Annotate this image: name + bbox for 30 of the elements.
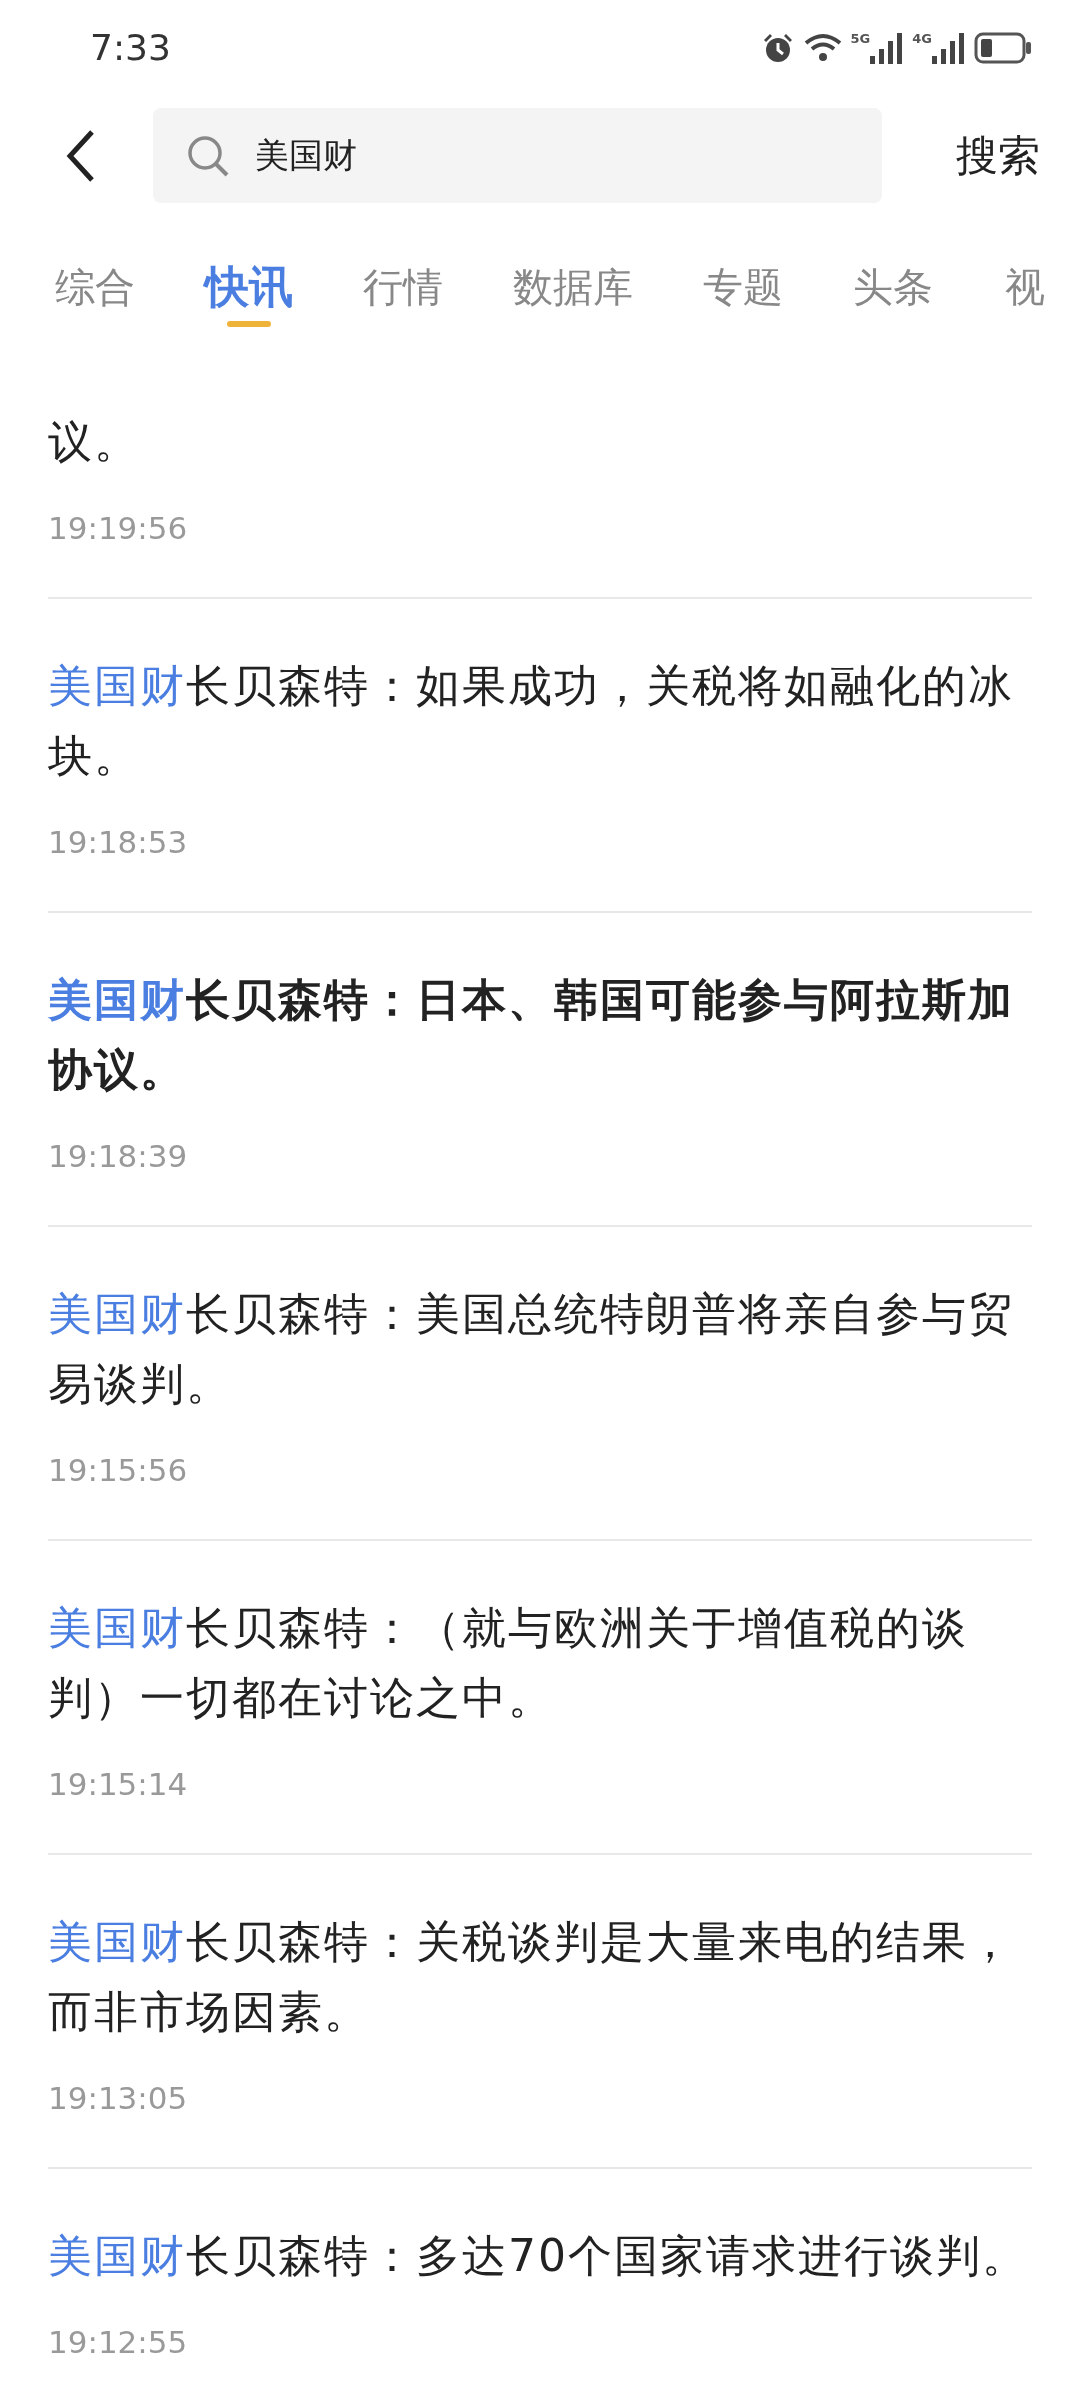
tab[interactable]: 快讯 — [205, 265, 293, 355]
news-headline[interactable]: 美国财长贝森特：如果成功，关税将如融化的冰块。 — [48, 651, 1032, 791]
wifi-icon — [802, 32, 843, 63]
news-time: 19:15:14 — [48, 1765, 189, 1804]
tab[interactable]: 专题 — [703, 265, 783, 355]
news-time: 19:13:05 — [48, 2079, 189, 2118]
search-button[interactable]: 搜索 — [956, 127, 1040, 184]
tab[interactable]: 行情 — [363, 265, 443, 355]
news-headline[interactable]: 美国财长贝森特：日本、韩国可能参与阿拉斯加协议。 — [48, 965, 1032, 1105]
tab[interactable]: 数据库 — [513, 265, 633, 355]
news-headline[interactable]: 美国财长贝森特：多达70个国家请求进行谈判。 — [48, 2221, 1032, 2291]
news-headline[interactable]: 美国财长贝森特：关税谈判是大量来电的结果，而非市场因素。 — [48, 1907, 1032, 2047]
news-headline[interactable]: 议。 — [48, 407, 1032, 477]
news-time: 19:19:56 — [48, 509, 189, 548]
news-headline[interactable]: 美国财长贝森特：美国总统特朗普将亲自参与贸易谈判。 — [48, 1279, 1032, 1419]
news-time: 19:18:39 — [48, 1137, 189, 1176]
clock-time: 7:33 — [90, 27, 172, 68]
search-field[interactable]: 美国财 — [153, 108, 882, 203]
network-label: 5G — [850, 31, 871, 46]
battery-icon — [974, 31, 1032, 64]
tab[interactable]: 视 — [1003, 265, 1047, 355]
network-label: 4G — [912, 31, 932, 46]
news-headline[interactable]: 美国财长贝森特：（就与欧洲关于增值税的谈判）一切都在讨论之中。 — [48, 1593, 1032, 1733]
news-time: 19:18:53 — [48, 823, 189, 862]
tab[interactable]: 综合 — [55, 265, 135, 355]
tab[interactable]: 头条 — [853, 265, 933, 355]
signal-icon — [870, 31, 905, 64]
signal-icon — [932, 31, 966, 64]
news-time: 19:15:56 — [48, 1451, 189, 1490]
news-time: 19:12:55 — [48, 2323, 189, 2362]
